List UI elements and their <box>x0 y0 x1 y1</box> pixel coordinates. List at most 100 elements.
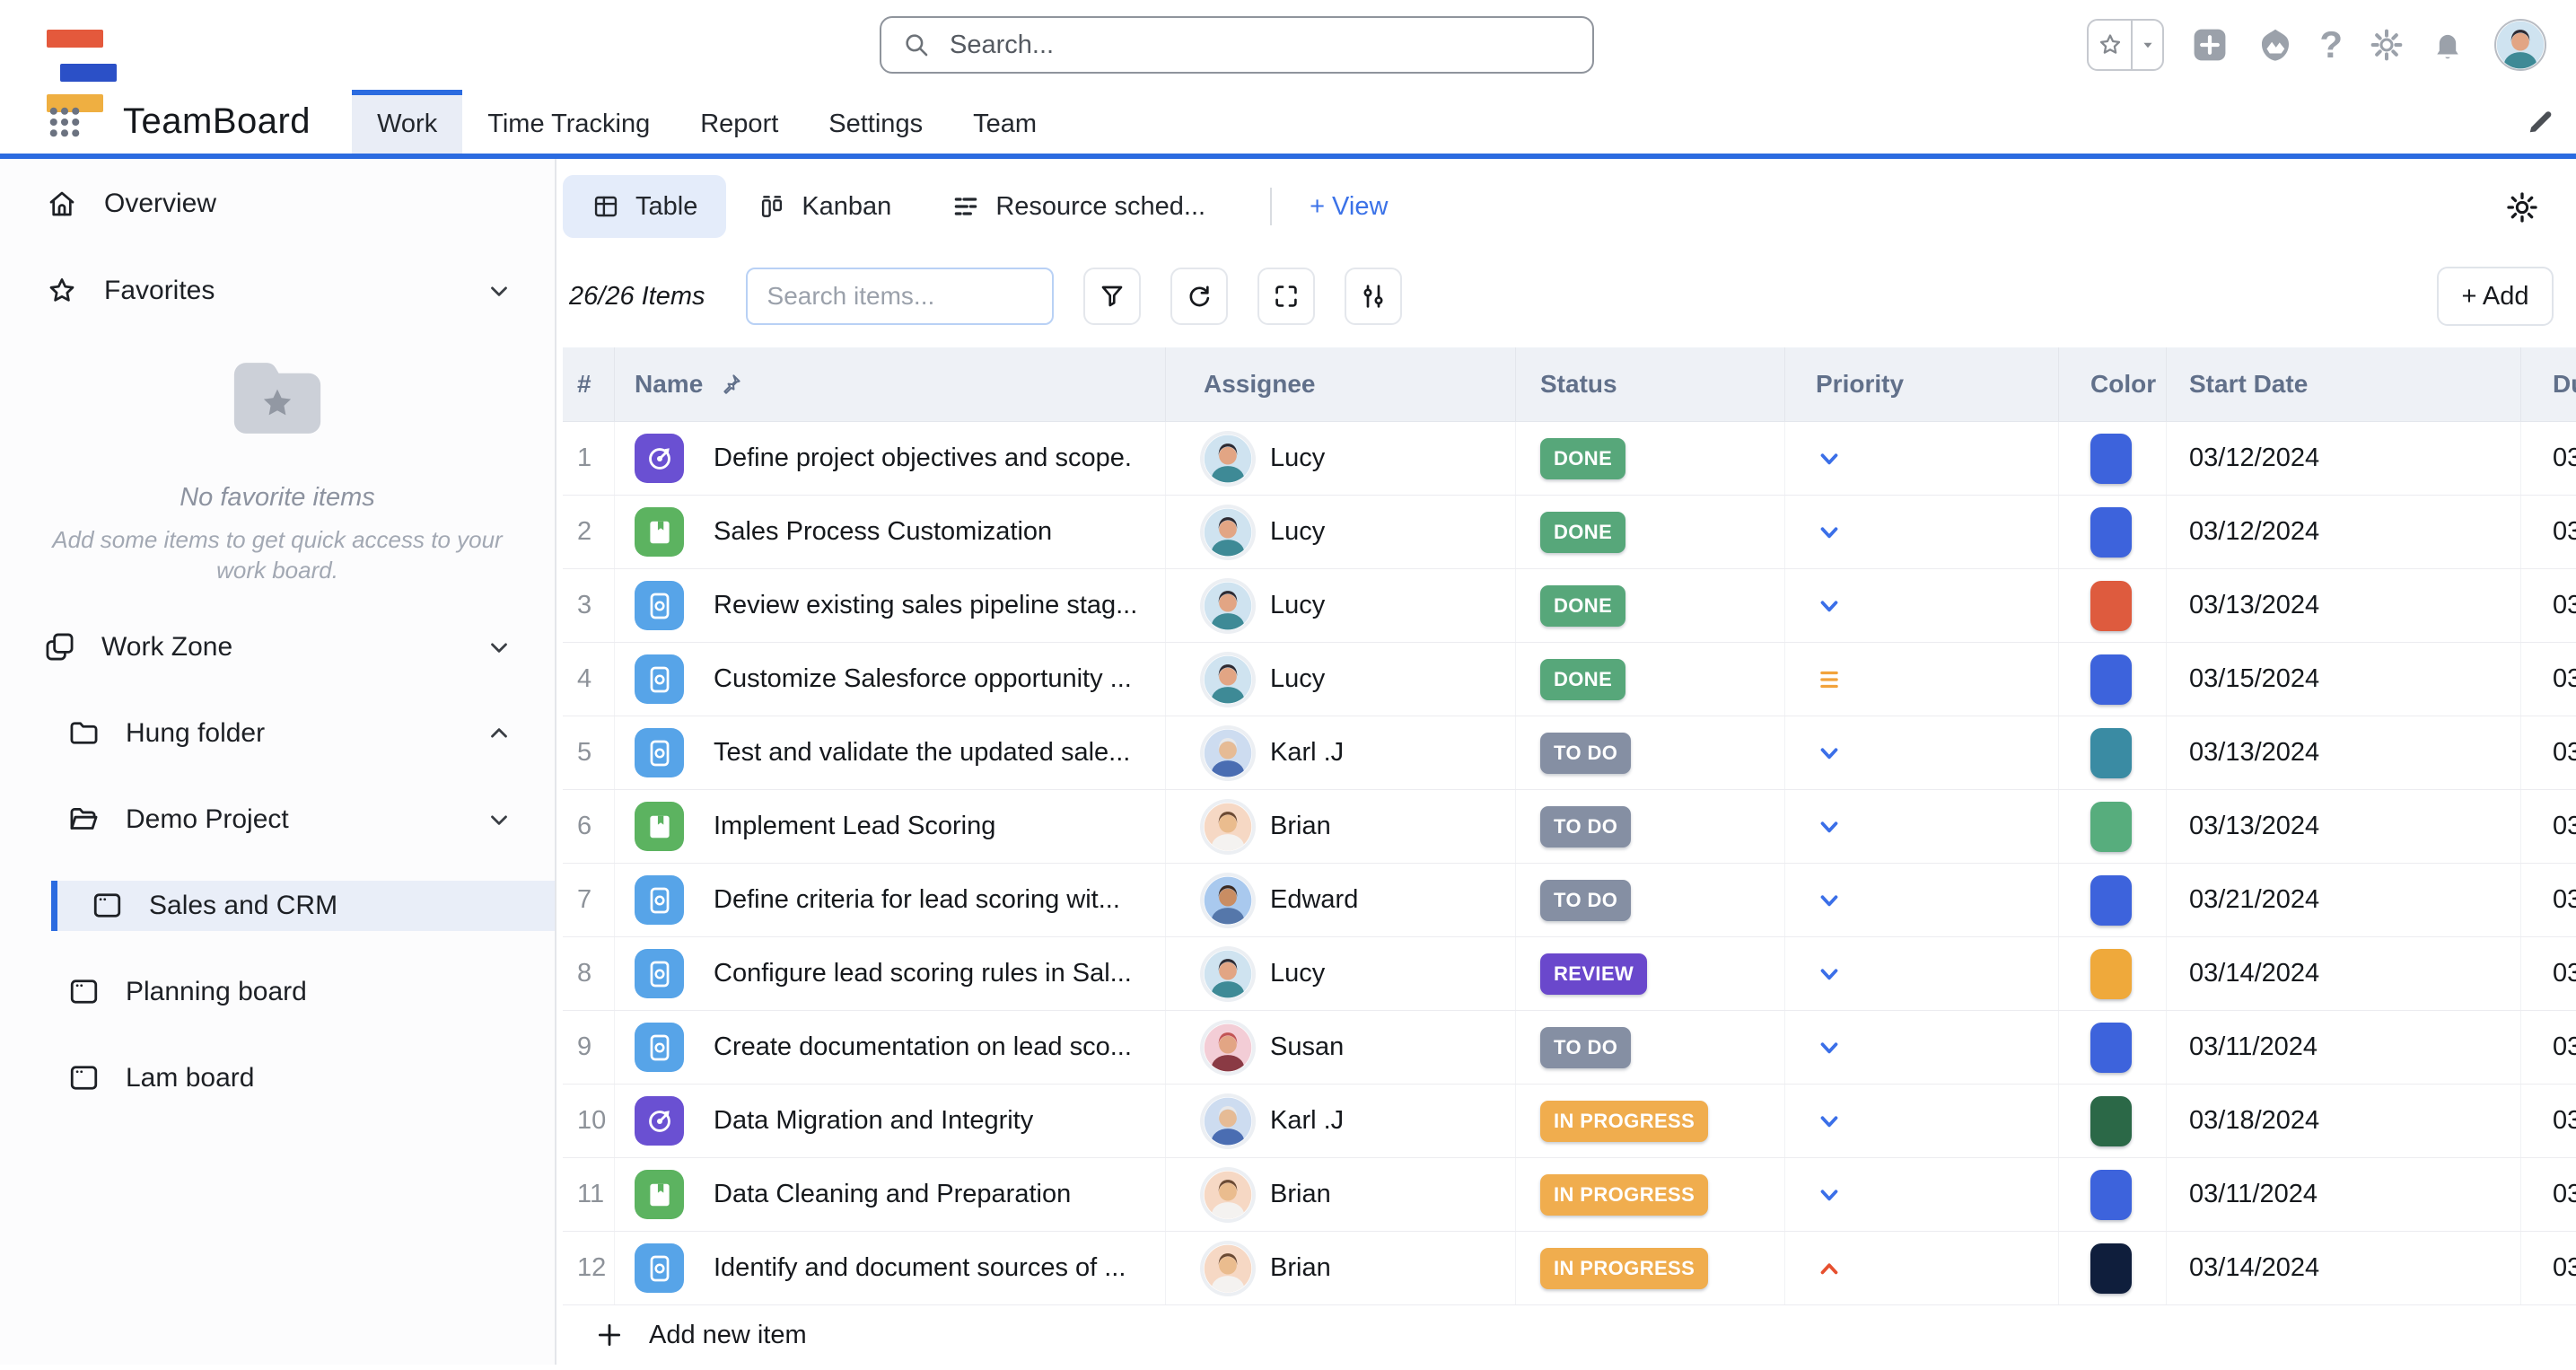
start-date-cell[interactable]: 03/12/2024 <box>2167 496 2521 568</box>
color-chip[interactable] <box>2090 1023 2132 1073</box>
color-chip[interactable] <box>2090 581 2132 631</box>
due-date-cell[interactable]: 03 <box>2521 1232 2576 1304</box>
assignee-cell[interactable]: Brian <box>1166 1232 1516 1304</box>
status-badge[interactable]: TO DO <box>1540 880 1631 921</box>
due-date-cell[interactable]: 03 <box>2521 569 2576 642</box>
status-cell[interactable]: IN PROGRESS <box>1516 1158 1785 1231</box>
status-cell[interactable]: DONE <box>1516 422 1785 495</box>
item-name[interactable]: Data Cleaning and Preparation <box>714 1180 1071 1209</box>
item-name-cell[interactable]: Define project objectives and scope. <box>615 422 1166 495</box>
color-cell[interactable] <box>2059 790 2167 863</box>
status-cell[interactable]: DONE <box>1516 643 1785 716</box>
priority-down-icon[interactable] <box>1816 445 1843 472</box>
sidebar-item-favorites[interactable]: Favorites <box>0 268 555 313</box>
priority-down-icon[interactable] <box>1816 1181 1843 1208</box>
nav-tab-settings[interactable]: Settings <box>803 90 948 154</box>
priority-bars-icon[interactable] <box>1816 666 1843 693</box>
color-cell[interactable] <box>2059 1085 2167 1157</box>
add-new-item-row[interactable]: Add new item <box>563 1305 2576 1365</box>
sidebar-item-sales-and-crm[interactable]: Sales and CRM <box>51 881 555 931</box>
sidebar-item-demo-project[interactable]: Demo Project <box>0 795 555 845</box>
column-header-[interactable]: # <box>563 347 615 421</box>
color-chip[interactable] <box>2090 654 2132 705</box>
column-header-start-date[interactable]: Start Date <box>2167 347 2521 421</box>
status-cell[interactable]: REVIEW <box>1516 937 1785 1010</box>
assignee-cell[interactable]: Edward <box>1166 864 1516 936</box>
color-cell[interactable] <box>2059 1011 2167 1084</box>
item-name[interactable]: Identify and document sources of ... <box>714 1253 1126 1283</box>
table-row[interactable]: 3Review existing sales pipeline stag... … <box>563 569 2576 643</box>
item-name-cell[interactable]: Test and validate the updated sale... <box>615 716 1166 789</box>
item-name[interactable]: Sales Process Customization <box>714 517 1052 547</box>
item-name[interactable]: Test and validate the updated sale... <box>714 738 1130 768</box>
start-date-cell[interactable]: 03/14/2024 <box>2167 937 2521 1010</box>
start-date-cell[interactable]: 03/13/2024 <box>2167 790 2521 863</box>
due-date-cell[interactable]: 03 <box>2521 716 2576 789</box>
table-row[interactable]: 1Define project objectives and scope. Lu… <box>563 422 2576 496</box>
sidebar-item-work-zone[interactable]: Work Zone <box>0 622 555 672</box>
color-chip[interactable] <box>2090 949 2132 999</box>
priority-up-icon[interactable] <box>1816 1255 1843 1282</box>
column-header-status[interactable]: Status <box>1516 347 1785 421</box>
priority-down-icon[interactable] <box>1816 961 1843 988</box>
color-cell[interactable] <box>2059 1232 2167 1304</box>
help-icon[interactable]: ? <box>2319 23 2343 66</box>
priority-cell[interactable] <box>1785 1158 2059 1231</box>
due-date-cell[interactable]: 03 <box>2521 1011 2576 1084</box>
table-row[interactable]: 7Define criteria for lead scoring wit...… <box>563 864 2576 937</box>
assignee-cell[interactable]: Lucy <box>1166 569 1516 642</box>
item-name-cell[interactable]: Data Migration and Integrity <box>615 1085 1166 1157</box>
start-date-cell[interactable]: 03/11/2024 <box>2167 1011 2521 1084</box>
nav-tab-time-tracking[interactable]: Time Tracking <box>462 90 675 154</box>
table-row[interactable]: 8Configure lead scoring rules in Sal... … <box>563 937 2576 1011</box>
priority-cell[interactable] <box>1785 1085 2059 1157</box>
color-cell[interactable] <box>2059 864 2167 936</box>
item-name[interactable]: Customize Salesforce opportunity ... <box>714 664 1132 694</box>
item-name-cell[interactable]: Create documentation on lead sco... <box>615 1011 1166 1084</box>
status-badge[interactable]: DONE <box>1540 512 1625 553</box>
status-cell[interactable]: TO DO <box>1516 864 1785 936</box>
item-name[interactable]: Define criteria for lead scoring wit... <box>714 885 1120 915</box>
start-date-cell[interactable]: 03/14/2024 <box>2167 1232 2521 1304</box>
nav-tab-team[interactable]: Team <box>948 90 1062 154</box>
start-date-cell[interactable]: 03/12/2024 <box>2167 422 2521 495</box>
item-name[interactable]: Create documentation on lead sco... <box>714 1032 1132 1062</box>
status-badge[interactable]: TO DO <box>1540 1027 1631 1068</box>
priority-down-icon[interactable] <box>1816 887 1843 914</box>
filter-button[interactable] <box>1083 268 1141 325</box>
item-name-cell[interactable]: Identify and document sources of ... <box>615 1232 1166 1304</box>
start-date-cell[interactable]: 03/11/2024 <box>2167 1158 2521 1231</box>
priority-cell[interactable] <box>1785 496 2059 568</box>
priority-down-icon[interactable] <box>1816 740 1843 767</box>
item-name-cell[interactable]: Define criteria for lead scoring wit... <box>615 864 1166 936</box>
start-date-cell[interactable]: 03/18/2024 <box>2167 1085 2521 1157</box>
priority-cell[interactable] <box>1785 1232 2059 1304</box>
color-chip[interactable] <box>2090 507 2132 558</box>
item-name[interactable]: Implement Lead Scoring <box>714 812 995 841</box>
assignee-cell[interactable]: Karl .J <box>1166 716 1516 789</box>
status-badge[interactable]: DONE <box>1540 585 1625 627</box>
item-name[interactable]: Configure lead scoring rules in Sal... <box>714 959 1132 988</box>
color-chip[interactable] <box>2090 875 2132 926</box>
nav-tab-report[interactable]: Report <box>675 90 803 154</box>
status-badge[interactable]: TO DO <box>1540 806 1631 847</box>
chevron-down-icon[interactable] <box>486 277 513 304</box>
chevron-down-icon[interactable] <box>486 806 513 833</box>
status-badge[interactable]: REVIEW <box>1540 953 1647 995</box>
start-date-cell[interactable]: 03/15/2024 <box>2167 643 2521 716</box>
product-logo-icon[interactable] <box>2256 25 2295 65</box>
add-item-button[interactable]: + Add <box>2437 267 2554 326</box>
add-view-button[interactable]: + View <box>1310 192 1388 222</box>
priority-cell[interactable] <box>1785 864 2059 936</box>
sliders-button[interactable] <box>1345 268 1402 325</box>
priority-down-icon[interactable] <box>1816 593 1843 619</box>
due-date-cell[interactable]: 03 <box>2521 790 2576 863</box>
status-cell[interactable]: IN PROGRESS <box>1516 1232 1785 1304</box>
color-chip[interactable] <box>2090 1096 2132 1146</box>
global-search-input[interactable] <box>948 30 1573 61</box>
status-cell[interactable]: TO DO <box>1516 716 1785 789</box>
item-name-cell[interactable]: Sales Process Customization <box>615 496 1166 568</box>
table-row[interactable]: 12Identify and document sources of ... B… <box>563 1232 2576 1305</box>
due-date-cell[interactable]: 03 <box>2521 1158 2576 1231</box>
user-avatar[interactable] <box>2494 19 2546 71</box>
